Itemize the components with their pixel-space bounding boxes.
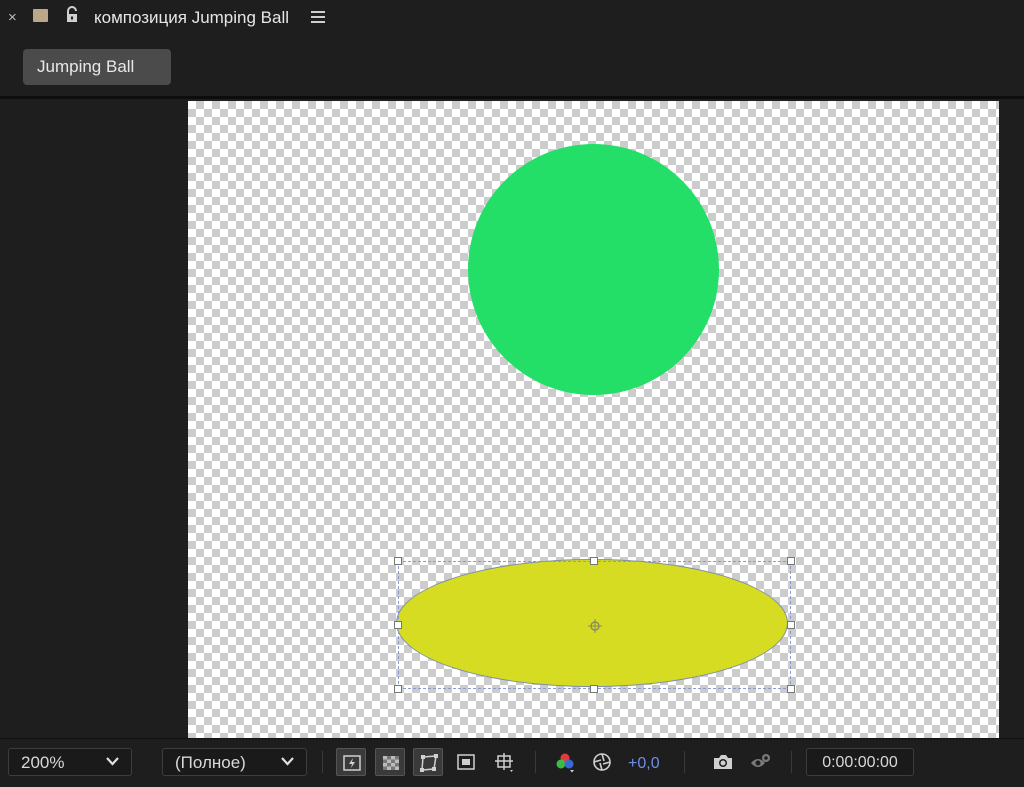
region-of-interest-button[interactable] bbox=[451, 748, 481, 776]
zoom-dropdown[interactable]: 200% bbox=[8, 748, 132, 776]
color-channels-icon bbox=[556, 753, 574, 773]
transform-handle[interactable] bbox=[394, 557, 402, 565]
anchor-point-icon[interactable] bbox=[588, 619, 602, 633]
mask-path-visibility-button[interactable] bbox=[413, 748, 443, 776]
reset-exposure-icon bbox=[593, 753, 611, 771]
region-of-interest-icon bbox=[457, 754, 475, 770]
composition-canvas[interactable] bbox=[188, 101, 999, 738]
transparency-grid-button[interactable] bbox=[375, 748, 405, 776]
reset-exposure-button[interactable] bbox=[587, 748, 617, 776]
transform-handle[interactable] bbox=[394, 621, 402, 629]
panel-title-bar: × композиция Jumping Ball bbox=[0, 0, 1024, 36]
transform-handle[interactable] bbox=[787, 621, 795, 629]
close-icon[interactable]: × bbox=[8, 9, 17, 26]
composition-viewer bbox=[0, 99, 1024, 738]
show-snapshot-icon bbox=[751, 754, 770, 767]
resolution-dropdown[interactable]: (Полное) bbox=[162, 748, 307, 776]
show-snapshot-button[interactable] bbox=[745, 748, 775, 776]
grid-guides-icon bbox=[495, 753, 513, 772]
transform-handle[interactable] bbox=[590, 557, 598, 565]
viewer-toolbar: 200% (Полное) +0,0 0:00:00:00 bbox=[0, 738, 1024, 787]
grid-guides-button[interactable] bbox=[489, 748, 519, 776]
ball-layer[interactable] bbox=[468, 144, 719, 395]
unlock-icon[interactable] bbox=[64, 6, 80, 24]
divider bbox=[535, 751, 536, 773]
divider bbox=[684, 751, 685, 773]
transform-handle[interactable] bbox=[787, 557, 795, 565]
take-snapshot-button[interactable] bbox=[707, 748, 737, 776]
transform-handle[interactable] bbox=[787, 685, 795, 693]
chevron-down-icon bbox=[281, 757, 294, 766]
transform-handle[interactable] bbox=[394, 685, 402, 693]
panel-title: композиция Jumping Ball bbox=[94, 8, 290, 27]
fast-previews-icon bbox=[343, 755, 361, 771]
transparency-grid-icon bbox=[383, 756, 399, 770]
composition-navigator: Jumping Ball bbox=[0, 36, 1024, 96]
mask-path-visibility-icon bbox=[420, 754, 438, 772]
exposure-value[interactable]: +0,0 bbox=[628, 755, 660, 773]
fast-previews-button[interactable] bbox=[336, 748, 366, 776]
snapshot-camera-icon bbox=[714, 755, 732, 769]
divider bbox=[791, 751, 792, 773]
divider bbox=[322, 751, 323, 773]
hamburger-menu-icon[interactable] bbox=[311, 10, 325, 23]
color-channels-button[interactable] bbox=[549, 748, 579, 776]
zoom-value: 200% bbox=[21, 753, 65, 772]
transform-handle[interactable] bbox=[590, 685, 598, 693]
resolution-value: (Полное) bbox=[175, 753, 246, 772]
current-time-display[interactable]: 0:00:00:00 bbox=[806, 748, 914, 776]
label-color-swatch[interactable] bbox=[33, 9, 48, 22]
composition-tab[interactable]: Jumping Ball bbox=[23, 49, 171, 85]
chevron-down-icon bbox=[106, 757, 119, 766]
